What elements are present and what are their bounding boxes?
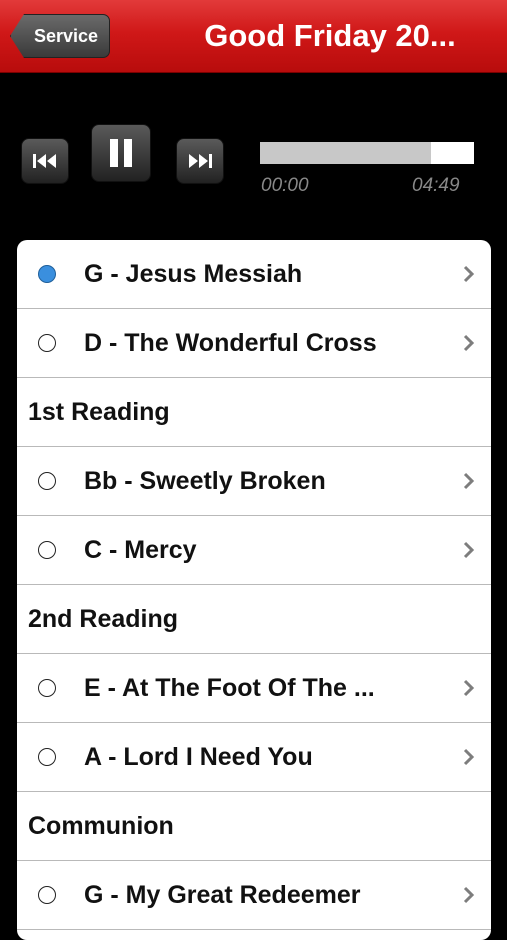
radio-icon bbox=[38, 334, 56, 352]
song-title: Bb - Sweetly Broken bbox=[84, 466, 326, 495]
list-item[interactable]: Bb - Sweetly Broken bbox=[17, 447, 491, 516]
nav-bar: Service Good Friday 20... bbox=[0, 0, 507, 73]
section-header: Communion bbox=[17, 792, 491, 861]
chevron-right-icon bbox=[463, 265, 475, 283]
duration-time: 04:49 bbox=[412, 175, 460, 196]
pause-button[interactable] bbox=[91, 124, 151, 182]
list-item[interactable]: G - My Great Redeemer bbox=[17, 861, 491, 930]
selected-radio-icon bbox=[38, 265, 56, 283]
progress-bar[interactable] bbox=[260, 142, 474, 164]
elapsed-time: 00:00 bbox=[261, 175, 309, 196]
list-item[interactable]: G - Jesus Messiah bbox=[17, 240, 491, 309]
radio-icon bbox=[38, 472, 56, 490]
radio-icon bbox=[38, 541, 56, 559]
list-item[interactable]: A - Lord I Need You bbox=[17, 723, 491, 792]
page-title: Good Friday 20... bbox=[204, 18, 456, 53]
previous-track-button[interactable] bbox=[21, 138, 69, 184]
song-title: E - At The Foot Of The ... bbox=[84, 673, 375, 702]
chevron-right-icon bbox=[463, 334, 475, 352]
radio-icon bbox=[38, 748, 56, 766]
section-header: 1st Reading bbox=[17, 378, 491, 447]
song-title: C - Mercy bbox=[84, 535, 197, 564]
list-item[interactable]: E - At The Foot Of The ... bbox=[17, 654, 491, 723]
radio-icon bbox=[38, 679, 56, 697]
song-title: D - The Wonderful Cross bbox=[84, 328, 377, 357]
radio-icon bbox=[38, 886, 56, 904]
song-title: G - My Great Redeemer bbox=[84, 880, 361, 909]
song-title: A - Lord I Need You bbox=[84, 742, 313, 771]
pause-icon bbox=[110, 139, 132, 167]
section-header-label: 2nd Reading bbox=[28, 604, 179, 633]
skip-back-icon bbox=[33, 154, 56, 168]
list-item[interactable]: C - Mercy bbox=[17, 516, 491, 585]
list-item[interactable]: D - The Wonderful Cross bbox=[17, 309, 491, 378]
next-track-button[interactable] bbox=[176, 138, 224, 184]
section-header: 2nd Reading bbox=[17, 585, 491, 654]
chevron-right-icon bbox=[463, 748, 475, 766]
section-header-label: 1st Reading bbox=[28, 397, 170, 426]
chevron-right-icon bbox=[463, 541, 475, 559]
chevron-right-icon bbox=[463, 679, 475, 697]
progress-fill bbox=[260, 142, 432, 164]
chevron-right-icon bbox=[463, 472, 475, 490]
skip-forward-icon bbox=[189, 154, 212, 168]
song-list: G - Jesus Messiah D - The Wonderful Cross… bbox=[17, 240, 491, 940]
section-header-label: Communion bbox=[28, 811, 174, 840]
back-button[interactable]: Service bbox=[10, 14, 110, 58]
song-title: G - Jesus Messiah bbox=[84, 259, 303, 288]
chevron-right-icon bbox=[463, 886, 475, 904]
